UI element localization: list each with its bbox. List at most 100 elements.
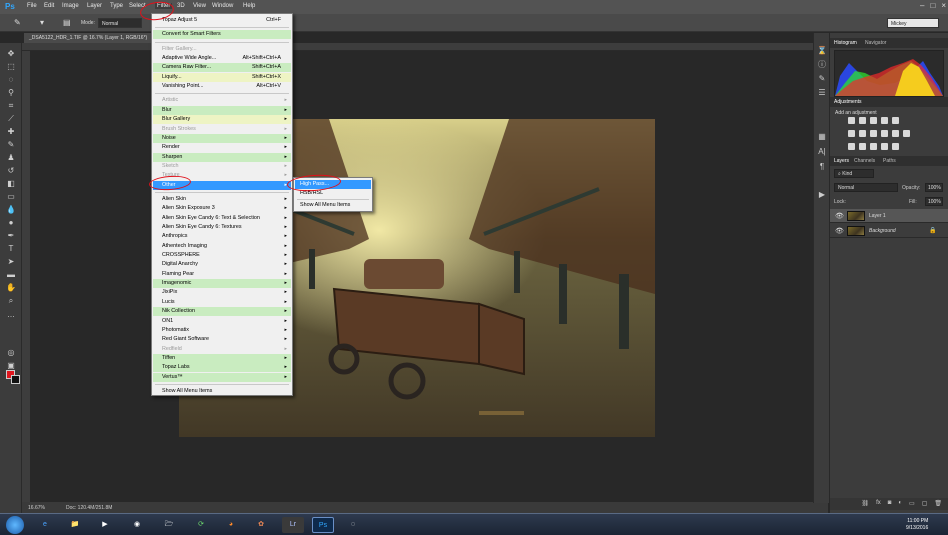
filter-menu-item[interactable]: Camera Raw Filter... Shift+Ctrl+A — [153, 63, 291, 73]
color-lookup-icon[interactable] — [903, 130, 910, 137]
move-tool-icon[interactable]: ✥ — [6, 49, 16, 58]
blur-tool-icon[interactable]: 💧 — [6, 205, 16, 214]
menu-type[interactable]: Type — [110, 3, 123, 9]
filter-menu-item[interactable]: Alien Skin Eye Candy 6: Textures ▸ — [153, 223, 291, 232]
filter-menu-item[interactable]: Blur ▸ — [153, 105, 291, 115]
document-size[interactable]: Doc: 120.4M/251.8M — [66, 505, 112, 511]
shape-tool-icon[interactable]: ▬ — [6, 270, 16, 279]
tab-histogram[interactable]: Histogram — [834, 40, 857, 46]
marquee-tool-icon[interactable]: ⬚ — [6, 62, 16, 71]
link-layers-icon[interactable]: ⛓ — [861, 500, 869, 508]
hue-saturation-icon[interactable] — [848, 130, 855, 137]
filter-menu-item[interactable]: Sketch ▸ — [153, 162, 291, 171]
brush-icon[interactable]: ✎ — [14, 18, 21, 27]
play-icon[interactable]: ▶ — [817, 190, 827, 199]
folder-icon[interactable]: 🗁 — [158, 517, 180, 533]
layer-name[interactable]: Layer 1 — [869, 213, 886, 219]
properties-icon[interactable]: ☰ — [817, 88, 827, 97]
add-mask-icon[interactable]: ◙ — [888, 500, 892, 508]
eyedropper-icon[interactable]: ⟋ — [6, 114, 16, 123]
selective-color-icon[interactable] — [892, 143, 899, 150]
channel-mixer-icon[interactable] — [892, 130, 899, 137]
filter-menu-item[interactable]: Flaming Pear ▸ — [153, 270, 291, 279]
vibrance-icon[interactable] — [892, 117, 899, 124]
filter-menu-item[interactable]: ON1 ▸ — [153, 317, 291, 326]
filter-menu-item[interactable]: Tiffen ▸ — [153, 353, 291, 363]
close-icon[interactable]: × — [941, 1, 946, 12]
sync-icon[interactable]: ⟳ — [190, 517, 212, 533]
visibility-eye-icon[interactable]: 👁 — [835, 212, 844, 220]
filter-menu-item[interactable]: Liquify... Shift+Ctrl+X — [153, 72, 291, 82]
photoshop-taskbar-icon[interactable]: Ps — [312, 517, 334, 533]
document-tab[interactable]: _DSA5122_HDR_1.TIF @ 16.7% (Layer 1, RGB… — [24, 33, 152, 43]
menu-image[interactable]: Image — [62, 3, 79, 9]
brush-presets-icon[interactable]: ✎ — [817, 74, 827, 83]
workspace-select[interactable]: Mickey — [887, 18, 939, 28]
type-tool-icon[interactable]: T — [6, 244, 16, 253]
invert-icon[interactable] — [848, 143, 855, 150]
layer-row-background[interactable]: 👁 Background 🔒 — [830, 224, 948, 238]
menu-3d[interactable]: 3D — [177, 3, 185, 9]
brush-preset-icon[interactable]: ▾ — [40, 18, 44, 27]
pen-tool-icon[interactable]: ✒ — [6, 231, 16, 240]
chrome-icon[interactable]: ◉ — [126, 517, 148, 533]
media-player-icon[interactable]: ▶ — [94, 517, 116, 533]
ie-icon[interactable]: e — [34, 517, 56, 533]
brush-panel-icon[interactable]: ▤ — [63, 18, 71, 27]
maximize-icon[interactable]: □ — [930, 1, 935, 12]
filter-menu-item[interactable]: Red Giant Software ▸ — [153, 335, 291, 344]
layer-style-icon[interactable]: fx — [876, 500, 881, 508]
filter-menu-item[interactable]: Topaz Adjust 5 Ctrl+F — [153, 16, 291, 25]
filter-menu-item[interactable]: Redfield ▸ — [153, 345, 291, 354]
styles-icon[interactable]: A| — [817, 147, 827, 156]
gradient-map-icon[interactable] — [881, 143, 888, 150]
filter-menu-item[interactable]: Convert for Smart Filters — [153, 30, 291, 40]
color-balance-icon[interactable] — [859, 130, 866, 137]
screen-mode-icon[interactable]: ▣ — [6, 361, 16, 370]
healing-brush-icon[interactable]: ✚ — [6, 127, 16, 136]
dodge-tool-icon[interactable]: ● — [6, 218, 16, 227]
tab-layers[interactable]: Layers — [834, 158, 849, 164]
menu-window[interactable]: Window — [212, 3, 233, 9]
filter-menu-item[interactable]: Sharpen ▸ — [153, 152, 291, 162]
levels-icon[interactable] — [859, 117, 866, 124]
libraries-icon[interactable]: ▦ — [817, 132, 827, 141]
tab-paths[interactable]: Paths — [883, 158, 896, 164]
firefox-icon[interactable]: ◕ — [220, 517, 242, 533]
black-white-icon[interactable] — [870, 130, 877, 137]
bridge-icon[interactable]: ✿ — [250, 517, 272, 533]
layer-kind-filter[interactable]: ⌕ Kind — [834, 169, 874, 178]
more-tools-icon[interactable]: … — [6, 310, 16, 319]
hand-tool-icon[interactable]: ✋ — [6, 283, 16, 292]
menu-help[interactable]: Help — [243, 3, 255, 9]
new-adjustment-icon[interactable]: ◐ — [898, 500, 902, 508]
filter-menu-item[interactable]: CROSSPHERE ▸ — [153, 251, 291, 260]
start-button[interactable] — [6, 516, 24, 534]
filter-menu-item[interactable]: Lucis ▸ — [153, 298, 291, 307]
blend-mode-select[interactable]: Normal — [834, 183, 898, 192]
menu-edit[interactable]: Edit — [44, 3, 54, 9]
filter-menu-item[interactable]: Athentech Imaging ▸ — [153, 242, 291, 251]
zoom-level[interactable]: 16.67% — [28, 505, 45, 511]
filter-menu-item[interactable]: Topaz Labs ▸ — [153, 363, 291, 373]
menu-layer[interactable]: Layer — [87, 3, 102, 9]
tab-channels[interactable]: Channels — [854, 158, 875, 164]
filter-menu-item[interactable]: JixiPix ▸ — [153, 288, 291, 297]
filter-menu-item[interactable]: Alien Skin ▸ — [153, 195, 291, 204]
filter-menu-item[interactable]: Digital Anarchy ▸ — [153, 260, 291, 269]
menu-view[interactable]: View — [193, 3, 206, 9]
quick-select-icon[interactable]: ⚲ — [6, 88, 16, 97]
tab-navigator[interactable]: Navigator — [865, 40, 886, 46]
delete-layer-icon[interactable]: 🗑 — [934, 500, 942, 508]
filter-menu-item[interactable]: Adaptive Wide Angle... Alt+Shift+Ctrl+A — [153, 54, 291, 63]
visibility-eye-icon[interactable]: 👁 — [835, 227, 844, 235]
threshold-icon[interactable] — [870, 143, 877, 150]
filter-menu-item[interactable]: Vertus™ ▸ — [153, 372, 291, 382]
app-icon[interactable]: ◌ — [342, 517, 364, 533]
filter-menu-item[interactable]: Render ▸ — [153, 143, 291, 152]
layer-name[interactable]: Background — [869, 228, 896, 234]
layer-row-layer-1[interactable]: 👁 Layer 1 — [830, 209, 948, 223]
menu-file[interactable]: File — [27, 3, 37, 9]
gradient-icon[interactable]: ▭ — [6, 192, 16, 201]
filter-menu-item[interactable]: Vanishing Point... Alt+Ctrl+V — [153, 82, 291, 91]
